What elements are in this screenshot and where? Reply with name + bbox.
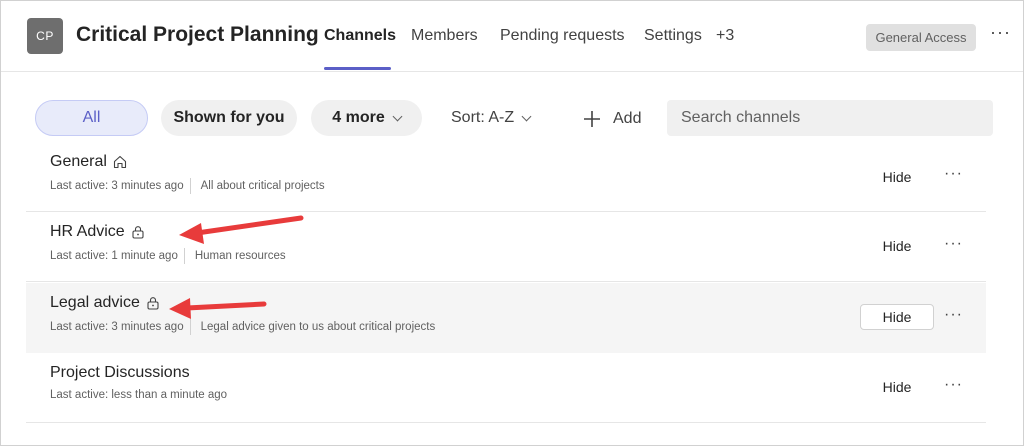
filter-more-dropdown[interactable]: 4 more <box>311 100 422 136</box>
access-badge: General Access <box>866 24 976 51</box>
channel-name-text: HR Advice <box>50 223 125 240</box>
tab-overflow[interactable]: +3 <box>716 27 734 45</box>
channel-name-text: Legal advice <box>50 294 140 311</box>
meta-divider <box>189 319 191 335</box>
team-more-options-icon[interactable]: ··· <box>990 23 1011 41</box>
last-active-text: Last active: 1 minute ago <box>50 250 178 262</box>
add-channel-button[interactable]: Add <box>582 109 641 129</box>
sort-dropdown[interactable]: Sort: A-Z <box>451 109 532 127</box>
chevron-down-icon <box>392 111 403 121</box>
chevron-down-icon <box>521 111 532 121</box>
channel-row-project-discussions[interactable]: Project Discussions Last active: less th… <box>26 353 986 423</box>
channel-row-legal-advice[interactable]: Legal advice Last active: 3 minutes ago … <box>26 283 986 353</box>
home-icon <box>113 155 127 169</box>
channel-description: Human resources <box>194 250 286 262</box>
channel-name: General <box>50 153 127 171</box>
add-label: Add <box>613 110 642 127</box>
channel-description: Legal advice given to us about critical … <box>200 321 436 333</box>
channel-meta: Last active: less than a minute ago <box>50 389 227 401</box>
hide-channel-button[interactable]: Hide <box>860 164 934 190</box>
more-options-icon[interactable]: ··· <box>944 166 963 182</box>
channel-name: Legal advice <box>50 294 160 312</box>
team-title: Critical Project Planning <box>76 23 319 46</box>
hide-channel-button[interactable]: Hide <box>860 233 934 259</box>
active-tab-indicator <box>324 67 391 70</box>
more-options-icon[interactable]: ··· <box>944 236 963 252</box>
filter-more-label: 4 more <box>332 109 385 126</box>
tab-pending-requests[interactable]: Pending requests <box>500 27 625 45</box>
channel-name: HR Advice <box>50 223 145 241</box>
hide-channel-button[interactable]: Hide <box>860 374 934 400</box>
more-options-icon[interactable]: ··· <box>944 377 963 393</box>
channel-description: All about critical projects <box>200 180 325 192</box>
tab-members[interactable]: Members <box>411 27 478 45</box>
channel-name: Project Discussions <box>50 364 190 382</box>
tab-channels[interactable]: Channels <box>324 27 396 45</box>
last-active-text: Last active: 3 minutes ago <box>50 180 184 192</box>
channel-meta: Last active: 3 minutes ago All about cri… <box>50 178 325 194</box>
channel-meta: Last active: 3 minutes ago Legal advice … <box>50 319 435 335</box>
filter-shown-for-you-button[interactable]: Shown for you <box>161 100 297 136</box>
meta-divider <box>189 178 191 194</box>
plus-icon <box>584 111 600 127</box>
channel-name-text: Project Discussions <box>50 364 190 381</box>
last-active-text: Last active: 3 minutes ago <box>50 321 184 333</box>
search-channels-input[interactable] <box>667 100 993 136</box>
channel-row-general[interactable]: General Last active: 3 minutes ago All a… <box>26 142 986 212</box>
lock-icon <box>131 225 145 239</box>
channel-name-text: General <box>50 153 107 170</box>
channel-row-hr-advice[interactable]: HR Advice Last active: 1 minute ago Huma… <box>26 212 986 282</box>
tab-settings[interactable]: Settings <box>644 27 702 45</box>
team-avatar: CP <box>27 18 63 54</box>
filter-all-button[interactable]: All <box>35 100 148 136</box>
app-window: CP Critical Project Planning Channels Me… <box>0 0 1024 446</box>
channel-meta: Last active: 1 minute ago Human resource… <box>50 248 286 264</box>
more-options-icon[interactable]: ··· <box>944 307 963 323</box>
last-active-text: Last active: less than a minute ago <box>50 389 228 401</box>
meta-divider <box>183 248 185 264</box>
hide-channel-button[interactable]: Hide <box>860 304 934 330</box>
sort-label: Sort: A-Z <box>451 109 515 126</box>
lock-icon <box>146 296 160 310</box>
team-header: CP Critical Project Planning Channels Me… <box>1 1 1023 72</box>
